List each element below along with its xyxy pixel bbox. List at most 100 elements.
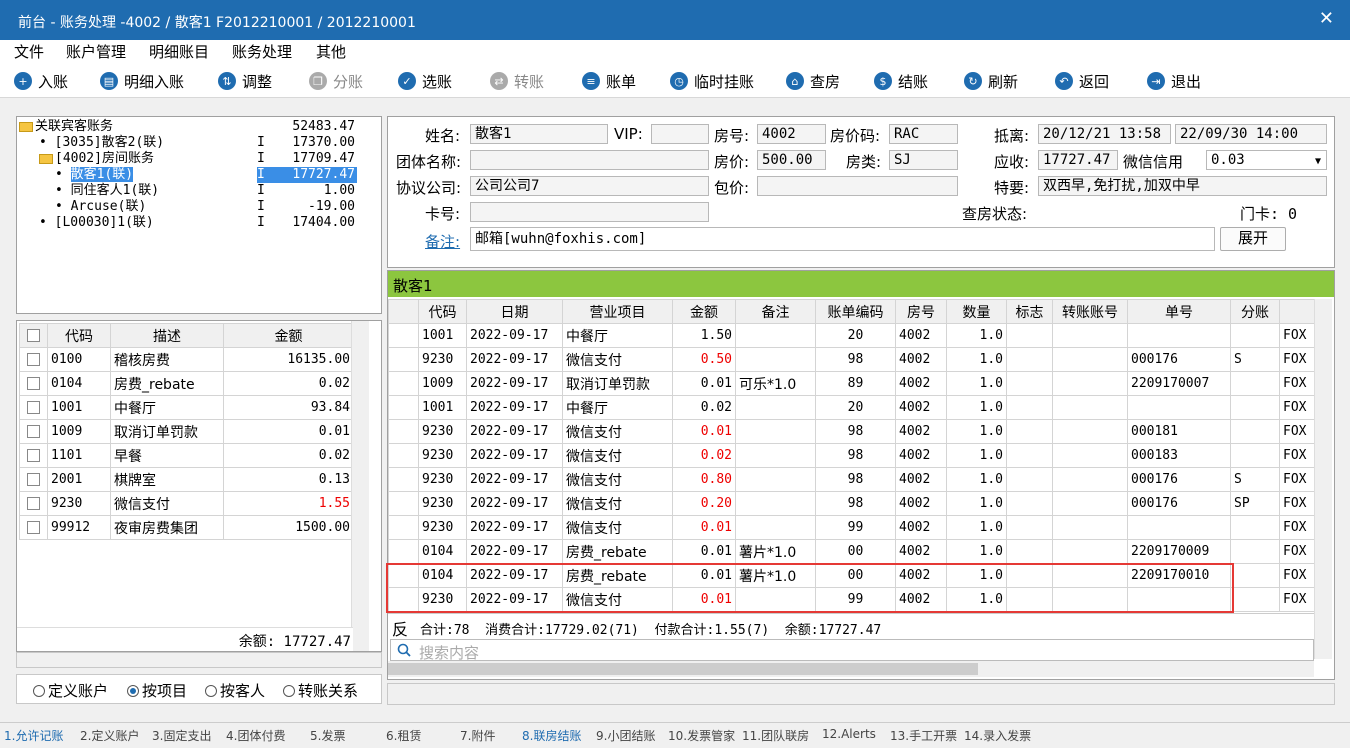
row-checkbox[interactable] [19, 347, 48, 372]
tab-11[interactable]: 11.团队联房 [742, 727, 809, 744]
tab-4[interactable]: 4.团体付费 [226, 727, 285, 744]
toolbar-button-6[interactable]: ≡ 账单 [582, 70, 636, 92]
row-checkbox[interactable] [19, 515, 48, 540]
tree-node[interactable]: 关联宾客账务 [19, 119, 113, 135]
tab-13[interactable]: 13.手工开票 [890, 727, 957, 744]
summary-scrollbar[interactable] [351, 321, 369, 651]
search-box[interactable]: 搜索内容 [390, 639, 1314, 663]
room-field[interactable]: 4002 [757, 124, 826, 144]
receivable-field[interactable]: 17727.47 [1038, 150, 1118, 170]
tree-node[interactable]: [4002]房间账务 [39, 151, 154, 167]
ledger-row[interactable]: 9230 2022-09-17 微信支付 0.80 98 4002 1.0 000176 S FO… [388, 467, 1314, 492]
summary-row[interactable]: 1009 取消订单罚款 0.01 [19, 419, 354, 444]
credit-select[interactable]: 0.03 ▼ [1206, 150, 1327, 170]
ledger-col[interactable]: 标志 [1006, 299, 1053, 324]
menu-other[interactable]: 其他 [316, 41, 346, 62]
menu-details[interactable]: 明细账目 [149, 41, 209, 62]
row-checkbox[interactable] [19, 395, 48, 420]
tab-2[interactable]: 2.定义账户 [80, 727, 139, 744]
summary-row[interactable]: 2001 棋牌室 0.13 [19, 467, 354, 492]
rate-field[interactable]: 500.00 [757, 150, 826, 170]
radio-option[interactable]: 按项目 [127, 680, 187, 701]
row-checkbox[interactable] [19, 419, 48, 444]
depart-field[interactable]: 22/09/30 14:00 [1175, 124, 1327, 144]
tree-node[interactable]: • Arcuse(联) [55, 199, 146, 215]
tab-9[interactable]: 9.小团结账 [596, 727, 655, 744]
ledger-col[interactable]: 分账 [1230, 299, 1280, 324]
tree-node[interactable]: • 同住客人1(联) [55, 183, 159, 199]
tab-6[interactable]: 6.租赁 [386, 727, 421, 744]
ledger-col[interactable]: 日期 [466, 299, 563, 324]
tab-7[interactable]: 7.附件 [460, 727, 495, 744]
summary-row[interactable]: 1101 早餐 0.02 [19, 443, 354, 468]
select-all-checkbox[interactable] [19, 323, 48, 348]
ledger-row[interactable]: 9230 2022-09-17 微信支付 0.02 98 4002 1.0 000183 FOX [388, 443, 1314, 468]
radio-option[interactable]: 定义账户 [33, 680, 108, 701]
tab-8[interactable]: 8.联房结账 [522, 727, 581, 744]
row-checkbox[interactable] [19, 491, 48, 516]
ledger-col[interactable]: 代码 [418, 299, 467, 324]
tree-node[interactable]: • 散客1(联) [55, 167, 134, 183]
row-checkbox[interactable] [19, 443, 48, 468]
tab-5[interactable]: 5.发票 [310, 727, 345, 744]
summary-hscroll[interactable] [16, 652, 382, 668]
ledger-row[interactable]: 9230 2022-09-17 微信支付 0.01 98 4002 1.0 000181 FOX [388, 419, 1314, 444]
ledger-col[interactable]: 营业项目 [562, 299, 673, 324]
toolbar-button-3[interactable]: ❐ 分账 [309, 70, 363, 92]
col-desc[interactable]: 描述 [110, 323, 224, 348]
ledger-col[interactable]: 账单编码 [815, 299, 896, 324]
tab-3[interactable]: 3.固定支出 [152, 727, 211, 744]
name-field[interactable]: 散客1 [470, 124, 608, 144]
toolbar-button-9[interactable]: $ 结账 [874, 70, 928, 92]
ledger-col[interactable]: 用户 [1279, 299, 1314, 324]
ledger-row[interactable]: 9230 2022-09-17 微信支付 0.50 98 4002 1.0 000176 S FO… [388, 347, 1314, 372]
card-field[interactable] [470, 202, 709, 222]
roomtype-field[interactable]: SJ [889, 150, 958, 170]
toolbar-button-4[interactable]: ✓ 选账 [398, 70, 452, 92]
toolbar-button-0[interactable]: + 入账 [14, 70, 68, 92]
ledger-col[interactable]: 数量 [946, 299, 1007, 324]
tree-node[interactable]: • [3035]散客2(联) [39, 135, 164, 151]
summary-row[interactable]: 1001 中餐厅 93.84 [19, 395, 354, 420]
summary-row[interactable]: 9230 微信支付 1.55 [19, 491, 354, 516]
vip-field[interactable] [651, 124, 709, 144]
tab-14[interactable]: 14.录入发票 [964, 727, 1031, 744]
tab-1[interactable]: 1.允许记账 [4, 727, 63, 744]
package-field[interactable] [757, 176, 958, 196]
search-input[interactable]: 搜索内容 [419, 642, 479, 663]
tab-12[interactable]: 12.Alerts [822, 727, 876, 741]
toolbar-button-12[interactable]: ⇥ 退出 [1147, 70, 1201, 92]
ledger-vscroll[interactable] [1314, 299, 1332, 659]
ledger-row[interactable]: 9230 2022-09-17 微信支付 0.20 98 4002 1.0 000176 SP F… [388, 491, 1314, 516]
toolbar-button-11[interactable]: ↶ 返回 [1055, 70, 1109, 92]
col-amount[interactable]: 金额 [223, 323, 354, 348]
col-code[interactable]: 代码 [47, 323, 111, 348]
remark-link[interactable]: 备注: [425, 231, 460, 252]
menu-file[interactable]: 文件 [14, 41, 44, 62]
toolbar-button-10[interactable]: ↻ 刷新 [964, 70, 1018, 92]
account-tree[interactable]: 关联宾客账务 52483.47 • [3035]散客2(联) I 17370.00 [40… [16, 116, 382, 314]
ledger-col[interactable]: 转账账号 [1052, 299, 1128, 324]
toolbar-button-1[interactable]: ▤ 明细入账 [100, 70, 184, 92]
row-checkbox[interactable] [19, 371, 48, 396]
tab-10[interactable]: 10.发票管家 [668, 727, 735, 744]
ledger-row[interactable]: 1001 2022-09-17 中餐厅 0.02 20 4002 1.0 FOX [388, 395, 1314, 420]
ledger-col[interactable]: 备注 [735, 299, 816, 324]
toolbar-button-5[interactable]: ⇄ 转账 [490, 70, 544, 92]
summary-row[interactable]: 0100 稽核房费 16135.00 [19, 347, 354, 372]
menu-billing[interactable]: 账务处理 [232, 41, 292, 62]
ledger-row[interactable]: 9230 2022-09-17 微信支付 0.01 99 4002 1.0 FOX [388, 515, 1314, 540]
ledger-col[interactable]: 房号 [895, 299, 947, 324]
ledger-hscroll[interactable] [388, 661, 1314, 677]
radio-option[interactable]: 转账关系 [283, 680, 358, 701]
company-field[interactable]: 公司公司7 [470, 176, 709, 196]
ratecode-field[interactable]: RAC [889, 124, 958, 144]
toolbar-button-8[interactable]: ⌂ 查房 [786, 70, 840, 92]
group-field[interactable] [470, 150, 709, 170]
toolbar-button-7[interactable]: ◷ 临时挂账 [670, 70, 754, 92]
close-icon[interactable]: ✕ [1319, 8, 1334, 29]
remark-field[interactable]: 邮箱[wuhn@foxhis.com] [470, 227, 1215, 251]
summary-row[interactable]: 0104 房费_rebate 0.02 [19, 371, 354, 396]
ledger-row[interactable]: 0104 2022-09-17 房费_rebate 0.01 薯片*1.0 00 4002 1… [388, 539, 1314, 564]
toolbar-button-2[interactable]: ⇅ 调整 [218, 70, 272, 92]
